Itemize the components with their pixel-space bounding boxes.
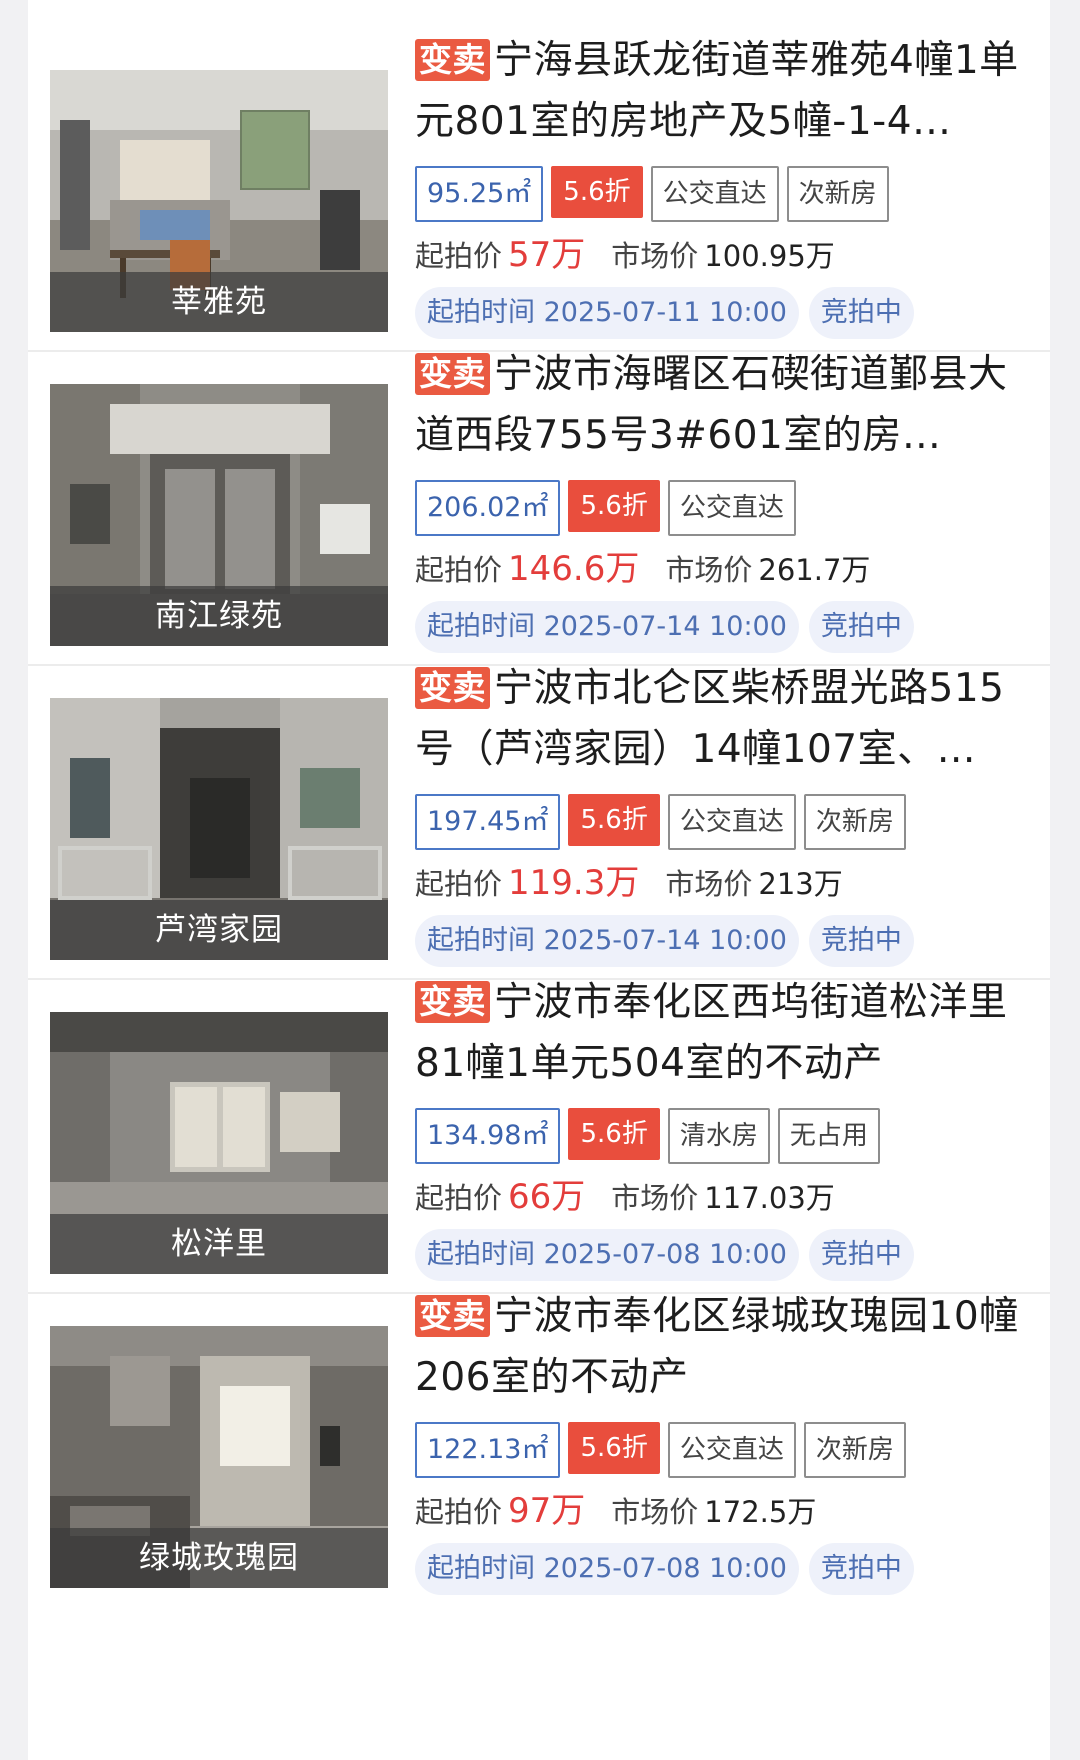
start-price: 119.3万 [508,863,640,903]
start-price: 146.6万 [508,549,640,589]
property-photo[interactable]: 莘雅苑 [50,70,388,332]
property-photo[interactable]: 南江绿苑 [50,384,388,646]
time-row: 起拍时间 2025-07-08 10:00 竞拍中 [415,1543,1035,1595]
feature-tag: 公交直达 [667,480,796,536]
start-price-label: 起拍价 [415,239,503,273]
listing-title-text: 宁波市奉化区绿城玫瑰园10幢206室的不动产 [415,1294,1019,1400]
sale-type-tag: 变卖 [415,1295,490,1337]
feature-tag: 次新房 [786,166,889,222]
tag-row: 206.02㎡ 5.6折 公交直达 [415,480,1035,536]
tag-row: 95.25㎡ 5.6折 公交直达 次新房 [415,166,1035,222]
listing-title[interactable]: 变卖 宁海县跃龙街道莘雅苑4幢1单元801室的房地产及5幢-1-4… [415,30,1035,152]
discount-tag: 5.6折 [568,794,660,846]
discount-tag: 5.6折 [568,1422,660,1474]
feature-tag: 公交直达 [667,1422,796,1478]
area-tag: 122.13㎡ [415,1422,561,1478]
market-price-label: 市场价 [665,553,753,587]
price-row: 起拍价 119.3万 市场价 213万 [415,860,1035,907]
listing-title-text: 宁海县跃龙街道莘雅苑4幢1单元801室的房地产及5幢-1-4… [415,38,1019,144]
price-row: 起拍价 66万 市场价 117.03万 [415,1174,1035,1221]
area-tag: 95.25㎡ [415,166,544,222]
feature-tag: 次新房 [803,1422,906,1478]
start-price: 66万 [508,1177,586,1217]
listing-info: 变卖 宁波市北仑区柴桥盟光路515号（芦湾家园）14幢107室、… 197.45㎡… [415,658,1035,967]
start-price: 57万 [508,235,586,275]
sale-type-tag: 变卖 [415,667,490,709]
discount-tag: 5.6折 [568,1108,660,1160]
listing-title[interactable]: 变卖 宁波市北仑区柴桥盟光路515号（芦湾家园）14幢107室、… [415,658,1035,780]
photo-caption: 绿城玫瑰园 [50,1528,388,1588]
tag-row: 122.13㎡ 5.6折 公交直达 次新房 [415,1422,1035,1478]
start-time-pill: 起拍时间 2025-07-08 10:00 [415,1543,799,1595]
start-price-label: 起拍价 [415,1495,503,1529]
sale-type-tag: 变卖 [415,39,490,81]
discount-tag: 5.6折 [551,166,643,218]
price-row: 起拍价 97万 市场价 172.5万 [415,1488,1035,1535]
market-price-label: 市场价 [611,1181,699,1215]
market-price: 261.7万 [758,553,871,587]
market-price: 213万 [758,867,843,901]
feature-tag: 公交直达 [650,166,779,222]
price-row: 起拍价 146.6万 市场价 261.7万 [415,546,1035,593]
property-photo[interactable]: 松洋里 [50,1012,388,1274]
feature-tag: 清水房 [667,1108,770,1164]
listing-title[interactable]: 变卖 宁波市海曙区石碶街道鄞县大道西段755号3#601室的房… [415,344,1035,466]
listing-card[interactable]: 莘雅苑 变卖 宁海县跃龙街道莘雅苑4幢1单元801室的房地产及5幢-1-4… 95… [28,0,1050,352]
listing-title-text: 宁波市北仑区柴桥盟光路515号（芦湾家园）14幢107室、… [415,666,1005,772]
tag-row: 197.45㎡ 5.6折 公交直达 次新房 [415,794,1035,850]
market-price-label: 市场价 [611,1495,699,1529]
area-tag: 206.02㎡ [415,480,561,536]
tag-row: 134.98㎡ 5.6折 清水房 无占用 [415,1108,1035,1164]
area-tag: 134.98㎡ [415,1108,561,1164]
auction-listing-page: 莘雅苑 变卖 宁海县跃龙街道莘雅苑4幢1单元801室的房地产及5幢-1-4… 95… [28,0,1050,1760]
listing-card[interactable]: 芦湾家园 变卖 宁波市北仑区柴桥盟光路515号（芦湾家园）14幢107室、… 19… [28,628,1050,980]
feature-tag: 次新房 [803,794,906,850]
sale-type-tag: 变卖 [415,353,490,395]
feature-tag: 公交直达 [667,794,796,850]
listing-card[interactable]: 绿城玫瑰园 变卖 宁波市奉化区绿城玫瑰园10幢206室的不动产 122.13㎡ 5.… [28,1256,1050,1608]
listing-card[interactable]: 南江绿苑 变卖 宁波市海曙区石碶街道鄞县大道西段755号3#601室的房… 206… [28,314,1050,666]
start-price-label: 起拍价 [415,553,503,587]
start-time-label: 起拍时间 [427,1553,535,1584]
market-price-label: 市场价 [611,239,699,273]
market-price-label: 市场价 [665,867,753,901]
discount-tag: 5.6折 [568,480,660,532]
area-tag: 197.45㎡ [415,794,561,850]
price-row: 起拍价 57万 市场价 100.95万 [415,232,1035,279]
start-time: 2025-07-08 10:00 [543,1553,787,1584]
property-photo[interactable]: 绿城玫瑰园 [50,1326,388,1588]
start-price-label: 起拍价 [415,867,503,901]
listing-title-text: 宁波市海曙区石碶街道鄞县大道西段755号3#601室的房… [415,352,1008,458]
listing-info: 变卖 宁波市海曙区石碶街道鄞县大道西段755号3#601室的房… 206.02㎡ 5… [415,344,1035,653]
listing-title[interactable]: 变卖 宁波市奉化区绿城玫瑰园10幢206室的不动产 [415,1286,1035,1408]
listing-title-text: 宁波市奉化区西坞街道松洋里81幢1单元504室的不动产 [415,980,1008,1086]
market-price: 172.5万 [704,1495,817,1529]
listing-card[interactable]: 松洋里 变卖 宁波市奉化区西坞街道松洋里81幢1单元504室的不动产 134.98… [28,942,1050,1294]
market-price: 117.03万 [704,1181,835,1215]
listing-info: 变卖 宁波市奉化区西坞街道松洋里81幢1单元504室的不动产 134.98㎡ 5.6… [415,972,1035,1281]
feature-tag: 无占用 [777,1108,880,1164]
property-photo[interactable]: 芦湾家园 [50,698,388,960]
status-badge: 竞拍中 [808,1543,914,1595]
listing-title[interactable]: 变卖 宁波市奉化区西坞街道松洋里81幢1单元504室的不动产 [415,972,1035,1094]
sale-type-tag: 变卖 [415,981,490,1023]
start-price-label: 起拍价 [415,1181,503,1215]
listing-info: 变卖 宁海县跃龙街道莘雅苑4幢1单元801室的房地产及5幢-1-4… 95.25㎡… [415,30,1035,339]
start-price: 97万 [508,1491,586,1531]
listing-info: 变卖 宁波市奉化区绿城玫瑰园10幢206室的不动产 122.13㎡ 5.6折 公交直达… [415,1286,1035,1595]
market-price: 100.95万 [704,239,835,273]
